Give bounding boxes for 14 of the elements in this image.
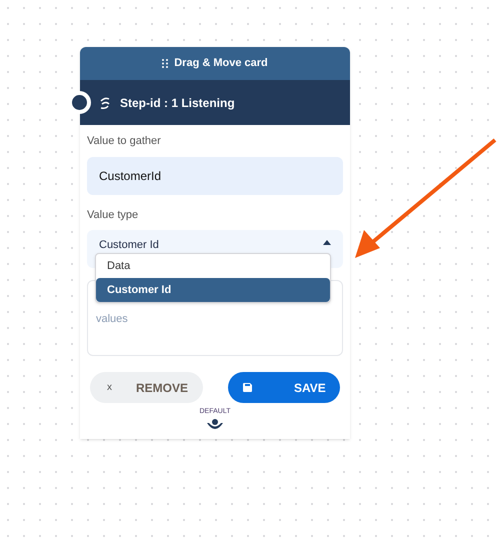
remove-button[interactable]: x REMOVE	[90, 372, 203, 403]
dropdown-option[interactable]: Customer Id	[96, 278, 330, 302]
close-icon: x	[107, 380, 112, 395]
field-label: Value to gather	[87, 134, 162, 149]
handle-icon[interactable]	[206, 418, 224, 430]
step-title: Step-id : 1 Listening	[120, 94, 235, 112]
field-label: Value type	[87, 208, 140, 222]
save-icon	[243, 383, 252, 392]
grip-icon	[162, 59, 168, 68]
save-button[interactable]: SAVE	[228, 372, 340, 403]
link-icon	[98, 96, 112, 110]
drag-handle-bar[interactable]: Drag & Move card	[80, 47, 350, 80]
card-title: Drag & Move card	[174, 56, 268, 72]
value-field[interactable]: CustomerId	[87, 156, 343, 194]
